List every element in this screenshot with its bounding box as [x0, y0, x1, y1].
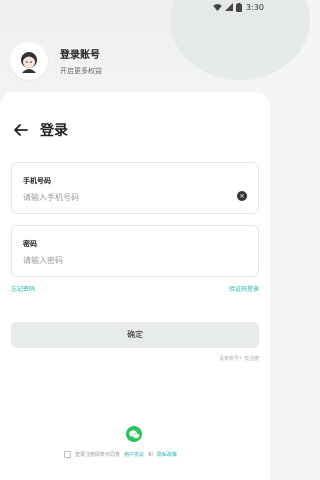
user-avatar-icon — [21, 52, 37, 73]
agreement-prefix: 登录注册即表示同意 — [75, 452, 121, 458]
profile-subtitle: 开启更多权益 — [60, 67, 102, 75]
back-arrow-icon[interactable] — [14, 124, 28, 136]
phone-input[interactable] — [23, 193, 223, 202]
password-input[interactable] — [23, 256, 223, 265]
agreement-and: 和 — [148, 452, 154, 458]
password-field-label: 密码 — [23, 240, 37, 248]
sms-login-link[interactable]: 验证码登录 — [229, 284, 259, 293]
wifi-icon — [213, 3, 222, 11]
status-time: 3:30 — [246, 2, 264, 12]
privacy-policy-link[interactable]: 隐私政策 — [157, 451, 177, 458]
agreement-row: 登录注册即表示同意 用户协议和隐私政策 — [64, 451, 177, 458]
clear-icon[interactable]: × — [237, 191, 247, 201]
wechat-login-button[interactable] — [126, 426, 142, 442]
confirm-button[interactable]: 确定 — [11, 322, 259, 348]
profile-section[interactable]: 登录账号 开启更多权益 — [10, 42, 102, 80]
status-bar: 3:30 — [0, 0, 270, 14]
avatar[interactable] — [10, 42, 48, 80]
phone-field-label: 手机号码 — [23, 177, 51, 185]
signal-icon — [225, 3, 234, 11]
register-link[interactable]: 没有账号？去注册 — [219, 355, 259, 362]
battery-icon — [236, 2, 243, 12]
wechat-icon — [128, 429, 140, 439]
profile-title: 登录账号 — [60, 50, 100, 61]
user-agreement-link[interactable]: 用户协议 — [124, 451, 144, 458]
phone-field[interactable]: 手机号码 × — [11, 162, 259, 214]
agreement-checkbox[interactable] — [64, 451, 71, 458]
password-field[interactable]: 密码 — [11, 225, 259, 277]
forgot-password-link[interactable]: 忘记密码 — [11, 284, 35, 293]
page-title: 登录 — [40, 123, 68, 139]
